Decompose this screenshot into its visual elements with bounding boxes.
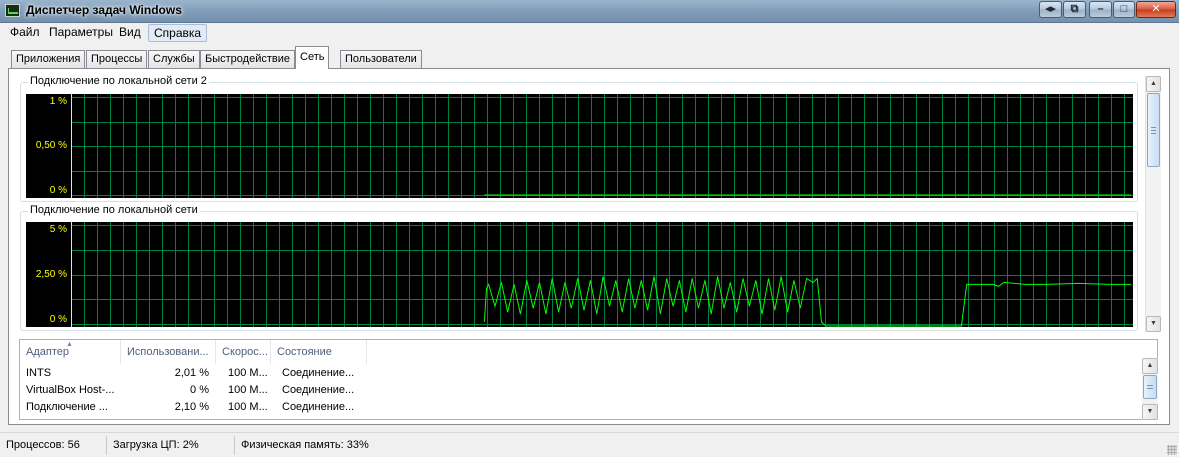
y-tick-label: 0 % (49, 314, 67, 325)
scroll-down-arrow-icon[interactable]: ▼ (1142, 404, 1158, 420)
utilization-value: 2,01 % (174, 367, 209, 379)
graph-caption: Подключение по локальной сети (28, 204, 200, 216)
y-tick-label: 2,50 % (35, 269, 67, 280)
column-header-utilization[interactable]: Использовани... (121, 340, 216, 364)
tab-network[interactable]: Сеть (295, 46, 330, 69)
graph-area: 1 % 0,50 % 0 % (26, 94, 1133, 198)
utilization-value: 0 % (190, 384, 209, 396)
scroll-down-arrow-icon[interactable]: ▼ (1146, 316, 1161, 332)
column-header-state[interactable]: Состояние (271, 340, 367, 364)
tab-users[interactable]: Пользователи (340, 50, 422, 68)
menu-options[interactable]: Параметры (44, 23, 118, 42)
table-row[interactable]: Подключение ... 2,10 % 100 М... Соединение.… (20, 399, 1140, 416)
maximize-button[interactable]: □ (1113, 1, 1135, 18)
task-manager-icon (5, 4, 20, 17)
scrollbar-thumb[interactable] (1143, 375, 1157, 399)
utilization-value: 2,10 % (174, 401, 209, 413)
tab-applications[interactable]: Приложения (11, 50, 86, 68)
status-cpu-usage: Загрузка ЦП: 2% (110, 436, 235, 455)
column-header-adapter[interactable]: ▲ Адаптер (20, 340, 121, 364)
status-process-count: Процессов: 56 (3, 436, 107, 455)
link-speed: 100 М... (228, 384, 268, 396)
column-header-speed[interactable]: Скорос... (216, 340, 271, 364)
scroll-up-arrow-icon[interactable]: ▲ (1146, 76, 1161, 92)
menu-help[interactable]: Справка (148, 24, 208, 42)
link-speed: 100 М... (228, 367, 268, 379)
minimize-button[interactable]: – (1089, 1, 1112, 18)
y-tick-label: 5 % (49, 224, 67, 235)
adapter-name: INTS (26, 367, 52, 379)
y-tick-label: 1 % (49, 96, 67, 107)
menu-file[interactable]: Файл (5, 23, 45, 42)
graph-group-lan1: Подключение по локальной сети 5 % 2,50 %… (20, 204, 1138, 331)
y-axis: 5 % 2,50 % 0 % (26, 222, 71, 327)
state-value: Соединение... (282, 401, 355, 413)
scrollbar-thumb[interactable] (1147, 93, 1160, 167)
adapter-name: VirtualBox Host-... (26, 384, 115, 396)
adapter-list: ▲ Адаптер Использовани... Скорос... Сост… (19, 339, 1158, 420)
state-value: Соединение... (282, 367, 355, 379)
table-row[interactable]: VirtualBox Host-... 0 % 100 М... Соединение… (20, 382, 1140, 399)
table-row[interactable]: INTS 2,01 % 100 М... Соединение... (20, 365, 1140, 382)
graph-caption: Подключение по локальной сети 2 (28, 75, 209, 87)
switch-window-button[interactable]: ◂▸ (1039, 1, 1062, 18)
title-bar: Диспетчер задач Windows ◂▸ ⧉ – □ ✕ (0, 0, 1179, 23)
window-title: Диспетчер задач Windows (26, 3, 182, 17)
y-tick-label: 0 % (49, 185, 67, 196)
network-utilization-chart (71, 94, 1133, 198)
adapter-name: Подключение ... (26, 401, 108, 413)
network-utilization-chart (71, 222, 1133, 327)
menu-bar: Файл Параметры Вид Справка (0, 23, 1179, 42)
state-value: Соединение... (282, 384, 355, 396)
list-scrollbar[interactable]: ▲ ▼ (1142, 358, 1158, 420)
tab-performance[interactable]: Быстродействие (200, 50, 295, 68)
menu-view[interactable]: Вид (114, 23, 146, 42)
y-axis: 1 % 0,50 % 0 % (26, 94, 71, 198)
resize-grip-icon[interactable] (1167, 445, 1177, 455)
utilization-series-line (483, 276, 1131, 327)
graphs-scrollbar[interactable]: ▲ ▼ (1145, 76, 1161, 332)
sort-ascending-icon: ▲ (66, 341, 73, 348)
status-physical-memory: Физическая память: 33% (241, 439, 369, 451)
y-tick-label: 0,50 % (35, 140, 67, 151)
close-button[interactable]: ✕ (1136, 1, 1176, 18)
graph-area: 5 % 2,50 % 0 % (26, 222, 1133, 327)
graph-group-lan2: Подключение по локальной сети 2 1 % 0,50… (20, 75, 1138, 202)
link-speed: 100 М... (228, 401, 268, 413)
tab-processes[interactable]: Процессы (86, 50, 148, 68)
tab-services[interactable]: Службы (148, 50, 200, 68)
status-bar: Процессов: 56 Загрузка ЦП: 2% Физическая… (0, 432, 1179, 457)
restore-icon-button[interactable]: ⧉ (1063, 1, 1086, 18)
scroll-up-arrow-icon[interactable]: ▲ (1142, 358, 1158, 374)
